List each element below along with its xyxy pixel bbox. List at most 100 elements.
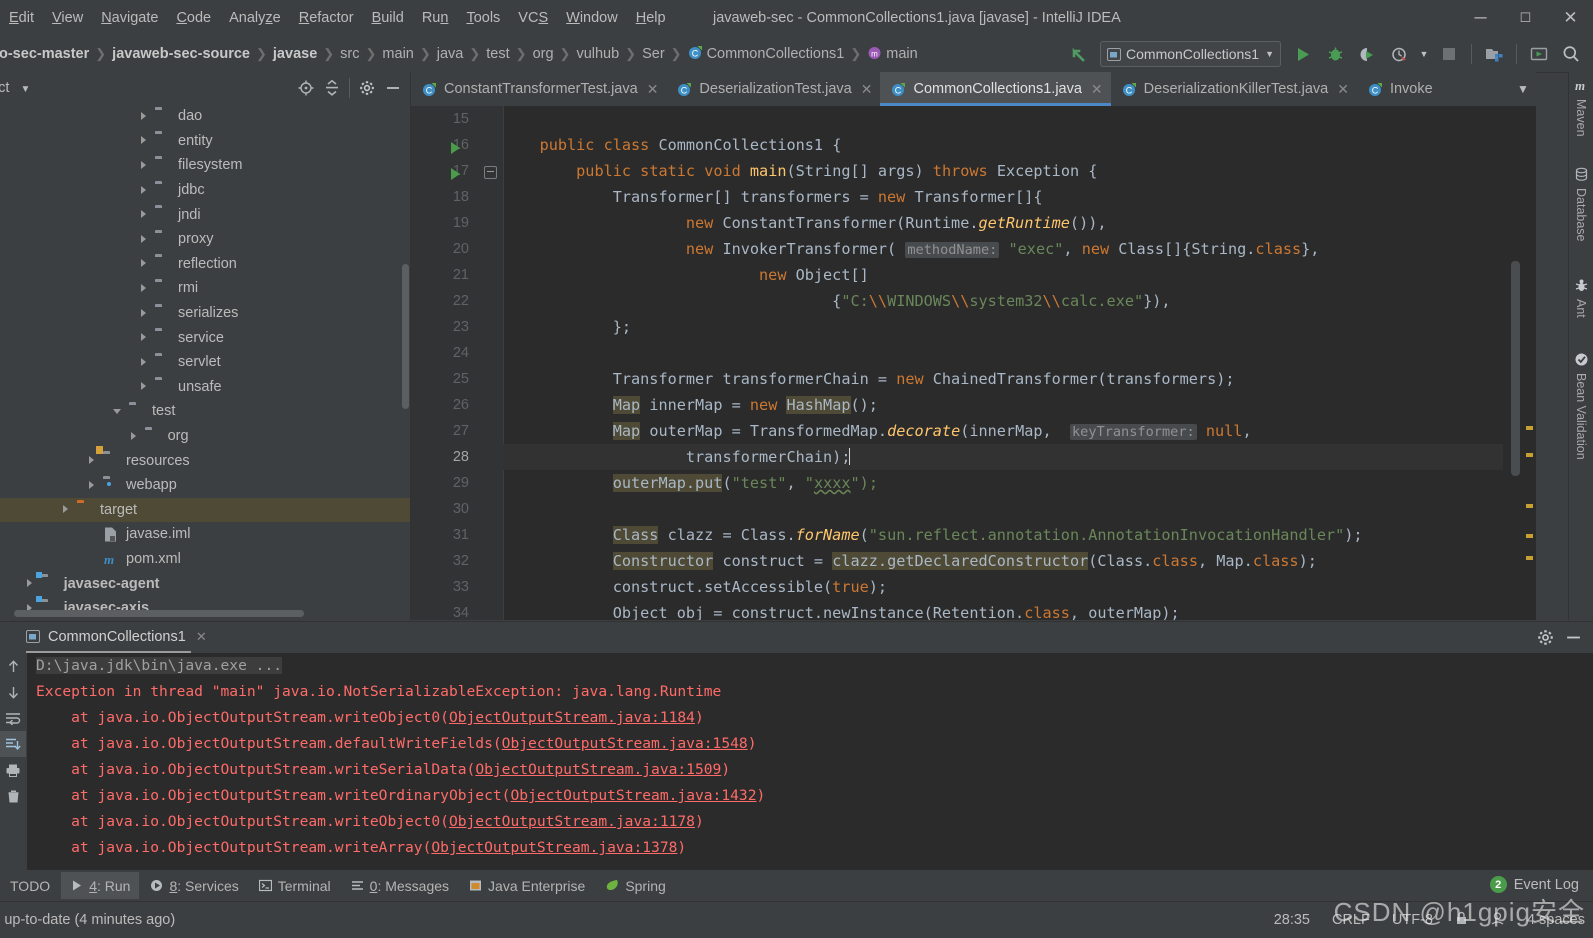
tree-row-filesystem[interactable]: filesystem (0, 153, 410, 178)
tree-row-javasec-agent[interactable]: javasec-agent (0, 571, 410, 596)
chevron-right-icon[interactable] (86, 479, 99, 492)
run-gutter-icon[interactable] (451, 168, 460, 180)
inspection-icon[interactable] (1490, 911, 1505, 930)
breadcrumb-item-vulhub[interactable]: vulhub (573, 46, 622, 62)
right-tool-maven[interactable]: m Maven (1569, 78, 1593, 137)
close-icon[interactable]: ✕ (1337, 81, 1349, 98)
editor-marker-stripe[interactable] (1522, 106, 1534, 620)
bottom-tab-terminal[interactable]: Terminal (250, 872, 340, 899)
run-gutter-icon[interactable] (451, 142, 460, 154)
editor-tab-commoncollections1-java[interactable]: C CommonCollections1.java ✕ (880, 72, 1111, 106)
breadcrumb-item-o-sec-master[interactable]: o-sec-master (0, 46, 92, 62)
run-tab-commoncollections1[interactable]: CommonCollections1 ✕ (26, 629, 207, 646)
error-marker[interactable] (1526, 556, 1533, 560)
chevron-right-icon[interactable] (138, 331, 151, 344)
error-marker[interactable] (1526, 453, 1533, 457)
run-with-coverage-button[interactable] (1353, 40, 1381, 68)
project-tree-horizontal-scrollbar[interactable] (0, 609, 410, 618)
menu-item-code[interactable]: Code (167, 7, 220, 29)
bottom-tab-4-run[interactable]: 4: Run (61, 872, 140, 899)
console-stacktrace-link[interactable]: ObjectOutputStream.java:1378 (431, 839, 677, 856)
trash-icon[interactable] (0, 783, 26, 809)
menu-item-build[interactable]: Build (363, 7, 413, 29)
project-tree[interactable]: dao entity filesystem jdbc jndi proxy reflecti… (0, 104, 410, 612)
chevron-right-icon[interactable] (138, 282, 151, 295)
breadcrumb-item-test[interactable]: test (483, 46, 512, 62)
editor-tab-invoke[interactable]: C Invoke (1357, 72, 1441, 106)
indent-setting[interactable]: 4 spaces (1527, 912, 1585, 928)
tree-row-jdbc[interactable]: jdbc (0, 178, 410, 203)
breadcrumb-item-main[interactable]: main (379, 46, 416, 62)
project-structure-button[interactable] (1480, 40, 1508, 68)
tree-row-dao[interactable]: dao (0, 104, 410, 129)
chevron-right-icon[interactable] (138, 257, 151, 270)
editor-gutter-icons[interactable] (451, 106, 479, 620)
menu-item-run[interactable]: Run (413, 7, 458, 29)
line-separator[interactable]: CRLF (1332, 912, 1370, 928)
maximize-button[interactable]: ☐ (1503, 0, 1548, 36)
breadcrumb-item-org[interactable]: org (530, 46, 557, 62)
close-button[interactable]: ✕ (1548, 0, 1593, 36)
chevron-down-icon[interactable]: ▼ (21, 84, 31, 95)
file-encoding[interactable]: UTF-8 (1392, 912, 1433, 928)
tree-row-jndi[interactable]: jndi (0, 202, 410, 227)
menu-item-edit[interactable]: Edit (0, 7, 43, 29)
chevron-right-icon[interactable] (138, 233, 151, 246)
breadcrumb-item-javase[interactable]: javase (270, 46, 320, 62)
tree-row-proxy[interactable]: proxy (0, 227, 410, 252)
event-log-button[interactable]: 2 Event Log (1489, 876, 1579, 893)
menu-item-analyze[interactable]: Analyze (220, 7, 290, 29)
editor-vertical-scrollbar[interactable] (1511, 106, 1520, 620)
right-tool-database[interactable]: Database (1569, 167, 1593, 242)
collapse-all-button[interactable] (319, 75, 345, 101)
lock-icon[interactable] (1455, 911, 1468, 930)
editor-fold-column[interactable] (479, 106, 504, 620)
run-button[interactable] (1289, 40, 1317, 68)
chevron-right-icon[interactable] (138, 356, 151, 369)
menu-item-window[interactable]: Window (557, 7, 627, 29)
tree-row-entity[interactable]: entity (0, 129, 410, 154)
menu-item-tools[interactable]: Tools (457, 7, 509, 29)
scroll-to-end-icon[interactable] (0, 731, 26, 757)
menu-item-navigate[interactable]: Navigate (92, 7, 167, 29)
chevron-down-icon[interactable]: ▼ (1510, 72, 1536, 106)
tree-row-pom-xml[interactable]: m pom.xml (0, 547, 410, 572)
chevron-right-icon[interactable] (60, 503, 73, 516)
close-icon[interactable]: ✕ (861, 81, 873, 98)
editor-tab-deserializationkillertest-java[interactable]: C DeserializationKillerTest.java ✕ (1111, 72, 1357, 106)
arrow-up-icon[interactable] (0, 653, 26, 679)
chevron-right-icon[interactable] (138, 134, 151, 147)
console-stacktrace-link[interactable]: ObjectOutputStream.java:1548 (502, 735, 748, 752)
chevron-right-icon[interactable] (138, 159, 151, 172)
tree-row-test[interactable]: test (0, 399, 410, 424)
editor-tab-deserializationtest-java[interactable]: C DeserializationTest.java ✕ (666, 72, 880, 106)
console-stacktrace-link[interactable]: ObjectOutputStream.java:1509 (475, 761, 721, 778)
chevron-right-icon[interactable] (138, 307, 151, 320)
menu-item-refactor[interactable]: Refactor (290, 7, 363, 29)
minimize-button[interactable]: ─ (1458, 0, 1503, 36)
console-stacktrace-link[interactable]: ObjectOutputStream.java:1178 (449, 813, 695, 830)
bottom-tab-todo[interactable]: TODO (1, 872, 59, 899)
breadcrumb-item-ser[interactable]: Ser (639, 46, 668, 62)
chevron-right-icon[interactable] (138, 110, 151, 123)
menu-item-view[interactable]: View (43, 7, 92, 29)
error-marker[interactable] (1526, 534, 1533, 538)
chevron-right-icon[interactable] (138, 184, 151, 197)
fold-marker[interactable] (484, 166, 497, 179)
chevron-right-icon[interactable] (138, 208, 151, 221)
tree-row-service[interactable]: service (0, 325, 410, 350)
breadcrumb-item-commoncollections1[interactable]: C CommonCollections1 (685, 45, 848, 64)
run-configuration-selector[interactable]: CommonCollections1 ▼ (1100, 41, 1281, 67)
console-output[interactable]: D:\java.jdk\bin\java.exe ... Exception in… (27, 653, 1593, 871)
gear-icon[interactable] (1531, 623, 1559, 651)
chevron-right-icon[interactable] (24, 577, 37, 590)
minimize-icon[interactable] (1559, 623, 1587, 651)
arrow-down-icon[interactable] (0, 679, 26, 705)
project-tree-vertical-scrollbar[interactable] (402, 264, 409, 409)
breadcrumb-item-main[interactable]: m main (864, 45, 920, 64)
right-tool-ant[interactable]: Ant (1569, 278, 1593, 318)
chevron-right-icon[interactable] (138, 380, 151, 393)
chevron-right-icon[interactable] (128, 430, 141, 443)
gear-icon[interactable] (354, 75, 380, 101)
bottom-tab-spring[interactable]: Spring (596, 872, 674, 899)
